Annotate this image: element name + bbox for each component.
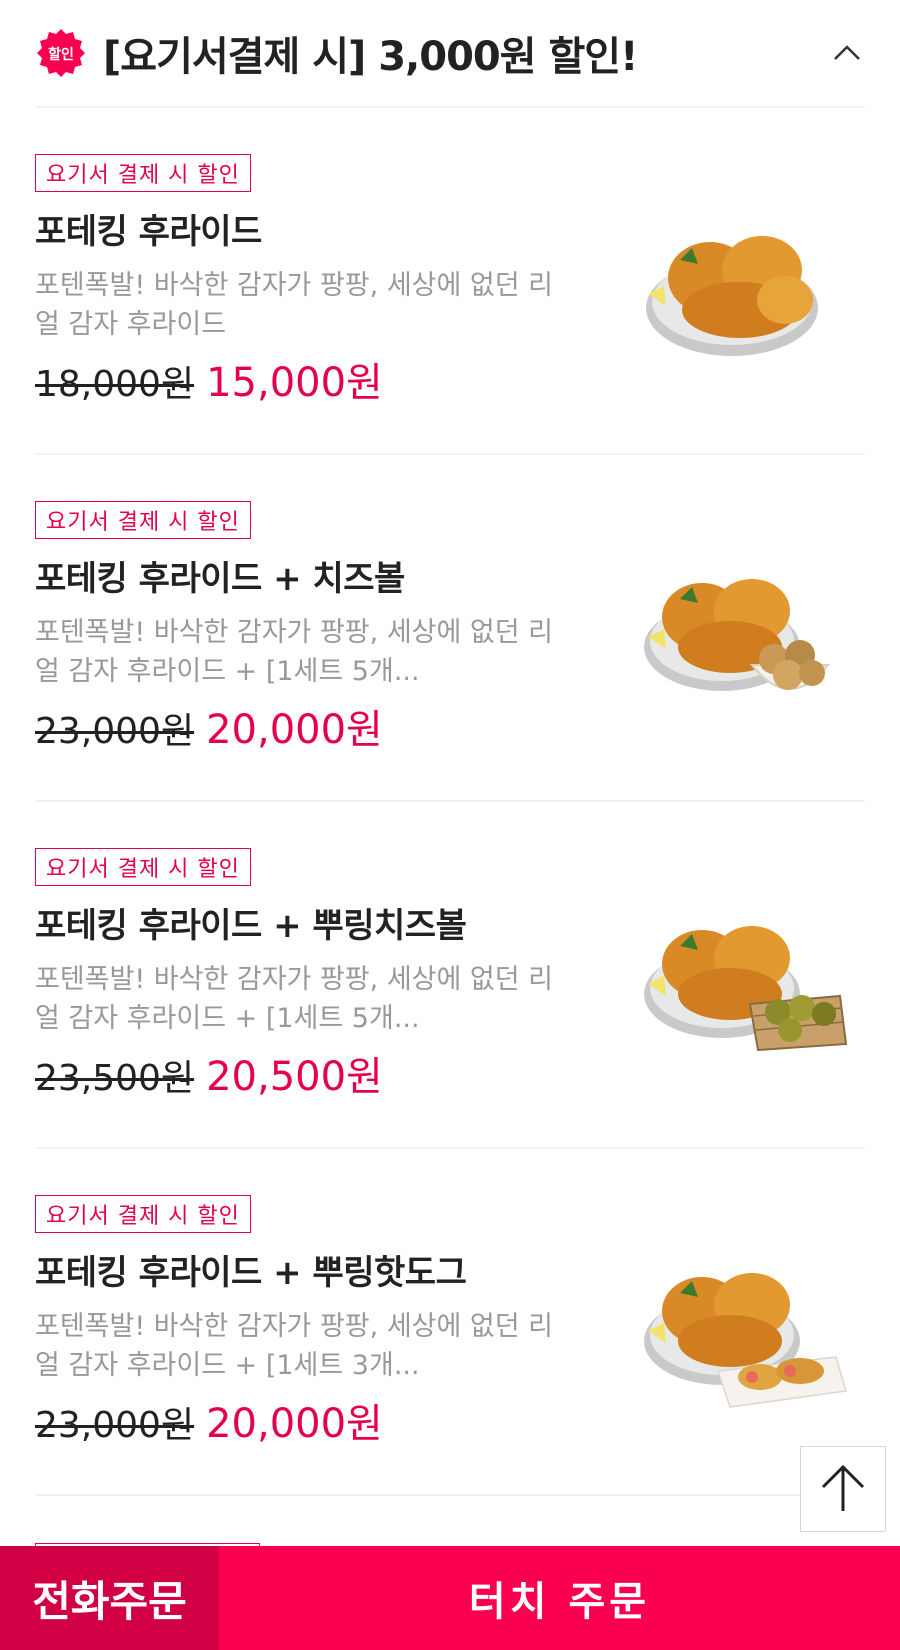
- item-name: 포테킹 후라이드 + 치즈볼: [35, 559, 405, 599]
- menu-item[interactable]: 요기서 결제 시 할인 포테킹 후라이드 + 치즈볼 포텐폭발! 바삭한 감자가…: [35, 455, 865, 802]
- item-name: 포테킹 후라이드 + 뿌링치즈볼: [35, 906, 467, 946]
- item-description: 포텐폭발! 바삭한 감자가 팡팡, 세상에 없던 리얼 감자 후라이드 + [1…: [35, 1311, 554, 1381]
- discount-section-header[interactable]: 할인 [요기서결제 시] 3,000원 할인!: [35, 0, 865, 108]
- touch-order-button[interactable]: 터치 주문: [219, 1546, 900, 1650]
- menu-list: 요기서 결제 시 할인 포테킹 후라이드 포텐폭발! 바삭한 감자가 팡팡, 세…: [35, 108, 865, 1496]
- item-description: 포텐폭발! 바삭한 감자가 팡팡, 세상에 없던 리얼 감자 후라이드: [35, 270, 554, 340]
- discount-tag: 요기서 결제 시 할인: [35, 1195, 251, 1233]
- original-price: 23,000원: [35, 1405, 195, 1446]
- original-price: 18,000원: [35, 364, 195, 405]
- arrow-up-icon: [821, 1464, 865, 1511]
- menu-item[interactable]: 요기서 결제 시 할인 포테킹 후라이드 + 뿌링핫도그 포텐폭발! 바삭한 감…: [35, 1149, 865, 1496]
- phone-order-button[interactable]: 전화주문: [0, 1546, 219, 1650]
- original-price: 23,500원: [35, 1058, 195, 1099]
- fried-chicken-image: [640, 190, 855, 380]
- svg-text:할인: 할인: [48, 46, 74, 63]
- fried-chicken-cheese-ball-image: [640, 537, 855, 727]
- discount-tag: 요기서 결제 시 할인: [35, 501, 251, 539]
- menu-item[interactable]: 요기서 결제 시 할인 포테킹 후라이드 + 뿌링치즈볼 포텐폭발! 바삭한 감…: [35, 802, 865, 1149]
- original-price: 23,000원: [35, 711, 195, 752]
- price-row: 18,000원 15,000원: [35, 350, 383, 408]
- price-row: 23,000원 20,000원: [35, 1391, 383, 1449]
- item-name: 포테킹 후라이드: [35, 212, 262, 252]
- section-title: [요기서결제 시] 3,000원 할인!: [103, 34, 638, 80]
- sale-price: 15,000원: [206, 360, 383, 406]
- sale-price: 20,000원: [206, 707, 383, 753]
- fried-chicken-hotdog-image: [640, 1231, 855, 1421]
- fried-chicken-bburing-image: [640, 884, 855, 1074]
- chevron-up-icon[interactable]: [829, 35, 865, 71]
- sale-price: 20,000원: [206, 1401, 383, 1447]
- menu-item[interactable]: 요기서 결제 시 할인 포테킹 후라이드 포텐폭발! 바삭한 감자가 팡팡, 세…: [35, 108, 865, 455]
- sale-price: 20,500원: [206, 1054, 383, 1100]
- price-row: 23,500원 20,500원: [35, 1044, 383, 1102]
- price-row: 23,000원 20,000원: [35, 697, 383, 755]
- item-description: 포텐폭발! 바삭한 감자가 팡팡, 세상에 없던 리얼 감자 후라이드 + [1…: [35, 964, 554, 1034]
- scroll-to-top-button[interactable]: [800, 1446, 886, 1532]
- bottom-order-bar: 전화주문 터치 주문: [0, 1546, 900, 1650]
- discount-tag: 요기서 결제 시 할인: [35, 848, 251, 886]
- discount-badge-icon: 할인: [35, 27, 87, 79]
- item-description: 포텐폭발! 바삭한 감자가 팡팡, 세상에 없던 리얼 감자 후라이드 + [1…: [35, 617, 554, 687]
- item-name: 포테킹 후라이드 + 뿌링핫도그: [35, 1253, 467, 1293]
- discount-tag: 요기서 결제 시 할인: [35, 154, 251, 192]
